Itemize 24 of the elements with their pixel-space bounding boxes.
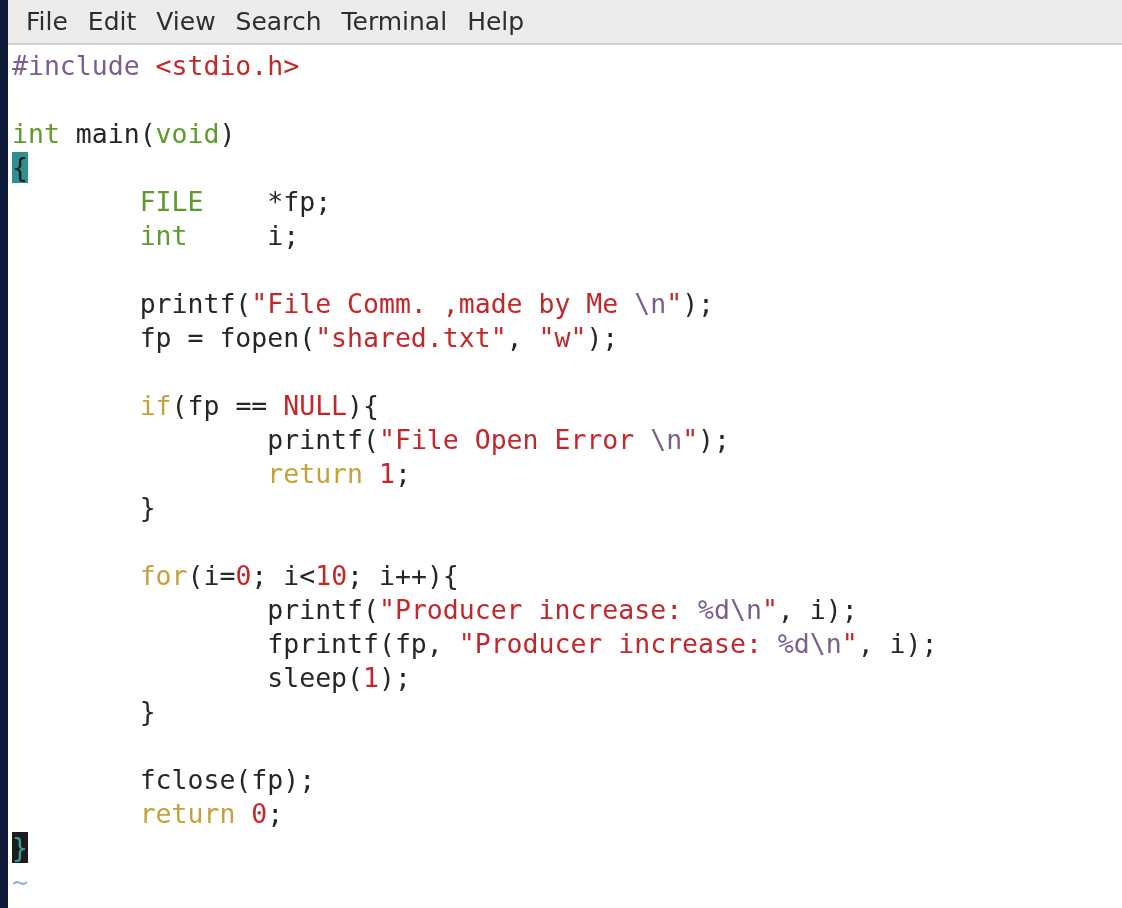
code-line: printf("Producer increase: %d\n", i);	[266, 594, 858, 625]
code-line: sleep(1);	[266, 662, 411, 693]
code-line: if(fp == NULL){	[138, 390, 379, 421]
code-line: }	[138, 492, 156, 523]
code-line: int i;	[138, 220, 300, 251]
code-line: }	[138, 696, 156, 727]
menu-item[interactable]: Help	[459, 7, 533, 36]
code-line: fp = fopen("shared.txt", "w");	[138, 322, 619, 353]
code-line: fprintf(fp, "Producer increase: %d\n", i);	[266, 628, 938, 659]
menu-item[interactable]: Edit	[79, 7, 145, 36]
menu-item[interactable]: Search	[227, 7, 330, 36]
code-line: FILE *fp;	[138, 186, 332, 217]
code-line: #include <stdio.h>	[12, 50, 300, 81]
code-line: fclose(fp);	[138, 764, 316, 795]
code-line: return 1;	[266, 458, 411, 489]
empty-line-marker: ~	[12, 865, 29, 899]
menu-item[interactable]: Terminal	[333, 7, 456, 36]
menu-item[interactable]: View	[148, 7, 224, 36]
menu-item[interactable]: File	[18, 7, 76, 36]
code-line: for(i=0; i<10; i++){	[138, 560, 459, 591]
code-line: int main(void)	[12, 118, 236, 149]
code-line: return 0;	[138, 798, 284, 829]
code-line: printf("File Open Error \n");	[266, 424, 730, 455]
code-line: printf("File Comm. ,made by Me \n");	[138, 288, 715, 319]
